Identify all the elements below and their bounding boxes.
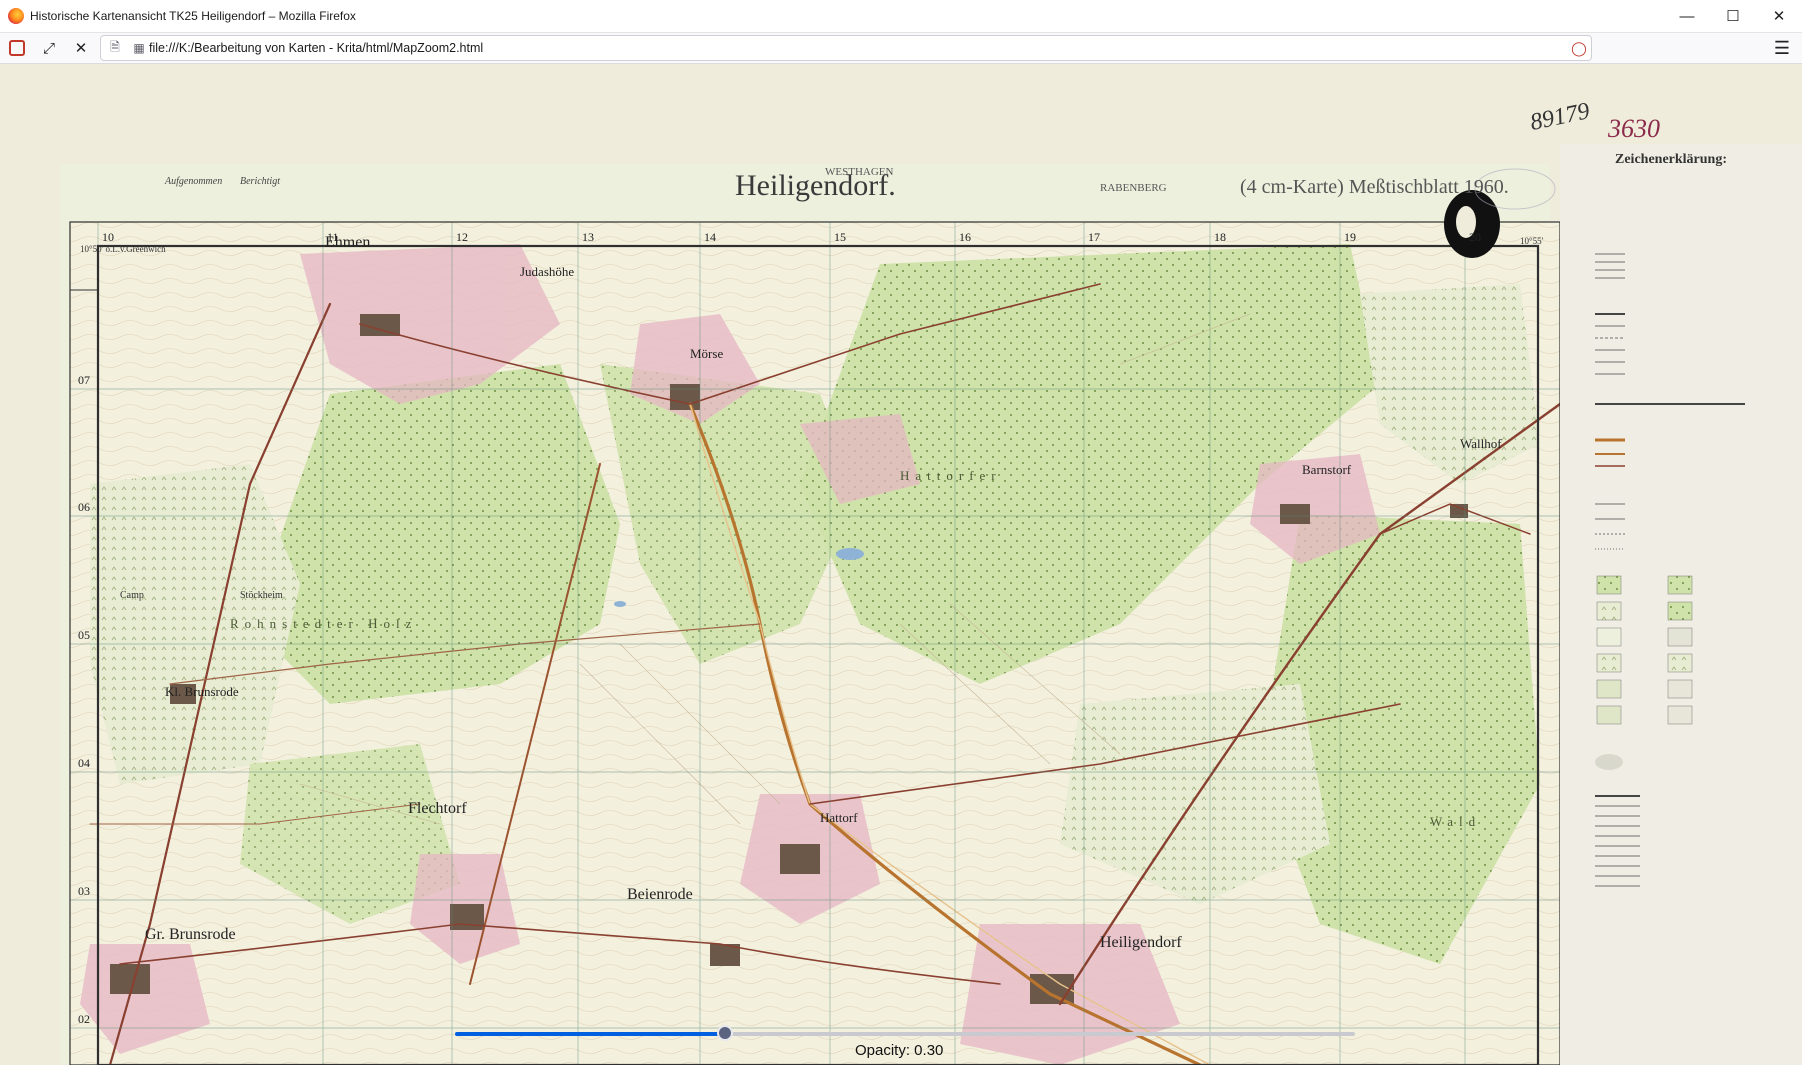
browser-toolbar: ⤢ ✕ 🗎 ▦ file:///K:/Bearbeitung von Karte…	[0, 33, 1802, 64]
place-label: Hattorfer	[900, 468, 1002, 483]
edge-label-north-east: RABENBERG	[1100, 182, 1167, 194]
place-label: Judashöhe	[520, 264, 575, 279]
credit-aufgenommen: Aufgenommen	[165, 176, 223, 187]
firefox-icon	[8, 8, 24, 24]
opacity-slider[interactable]: Opacity: 0.30	[455, 1024, 1355, 1064]
grid-label-top: 12	[456, 230, 468, 244]
stop-icon[interactable]: ✕	[66, 34, 96, 62]
opacity-label: Opacity: 0.30	[855, 1042, 944, 1059]
grid-label-side: 03	[78, 884, 90, 898]
window-title: Historische Kartenansicht TK25 Heiligend…	[30, 9, 356, 23]
sheet-number: 3630	[1608, 114, 1660, 143]
extension-icon[interactable]	[2, 34, 32, 62]
place-label: Barnstorf	[1302, 462, 1352, 477]
place-label: Wallhof	[1460, 436, 1502, 451]
grid-label-side: 07	[78, 373, 90, 387]
grid-label-side: 06	[78, 500, 90, 514]
grid-label-top: 19	[1344, 230, 1356, 244]
sheet-subtitle: (4 cm-Karte) Meßtischblatt 1960.	[1240, 176, 1509, 198]
grid-label-side: 04	[78, 756, 90, 770]
map-image	[0, 64, 1802, 1065]
tracking-icon[interactable]: ◯	[1567, 40, 1591, 57]
place-label: Gr. Brunsrode	[145, 926, 236, 943]
grid-label-top: 14	[704, 230, 716, 244]
place-label: Mörse	[690, 346, 724, 361]
grid-label-side: 05	[78, 628, 90, 642]
close-window-icon[interactable]: ✕	[1756, 0, 1802, 32]
place-label: Stöckheim	[240, 590, 283, 601]
credit-berichtigt: Berichtigt	[240, 176, 280, 187]
grid-label-top: 16	[959, 230, 971, 244]
place-label: Flechtorf	[408, 800, 467, 817]
hamburger-menu-icon[interactable]: ☰	[1768, 38, 1796, 59]
page-icon: 🗎	[110, 39, 120, 54]
slider-thumb[interactable]	[717, 1025, 733, 1041]
url-text[interactable]: file:///K:/Bearbeitung von Karten - Krit…	[149, 41, 1567, 55]
edge-label-top-left: 10°50' ö.L.v.Greenwich	[80, 244, 166, 254]
grid-label-top: 17	[1088, 230, 1100, 244]
place-label: Rohnstedter Holz	[230, 616, 418, 631]
legend-title: Zeichenerklärung:	[1615, 152, 1727, 167]
edge-label-north: WESTHAGEN	[825, 166, 894, 178]
grid-label-side: 02	[78, 1012, 90, 1026]
grid-label-top: 13	[582, 230, 594, 244]
grid-label-top: 15	[834, 230, 846, 244]
fullscreen-icon[interactable]: ⤢	[34, 34, 64, 62]
grid-label-top: 20	[1469, 230, 1481, 244]
window-titlebar: Historische Kartenansicht TK25 Heiligend…	[0, 0, 1802, 33]
slider-fill	[455, 1032, 725, 1036]
place-label: Beienrode	[627, 886, 693, 903]
map-favicon-icon: ▦	[133, 41, 145, 55]
maximize-icon[interactable]: ☐	[1710, 0, 1756, 32]
place-label: Kl. Brunsrode	[165, 684, 239, 699]
place-label: Camp	[120, 590, 144, 601]
place-label: Ehmen	[325, 234, 371, 251]
map-viewport[interactable]: Heiligendorf. (4 cm-Karte) Meßtischblatt …	[0, 64, 1802, 1065]
place-label: Wald	[1430, 814, 1482, 829]
grid-label-top: 18	[1214, 230, 1226, 244]
minimize-icon[interactable]: —	[1664, 0, 1710, 32]
place-label: Hattorf	[820, 810, 858, 825]
grid-label-top: 10	[102, 230, 114, 244]
address-bar[interactable]: 🗎 ▦ file:///K:/Bearbeitung von Karten - …	[100, 35, 1592, 61]
place-label: Heiligendorf	[1100, 934, 1182, 951]
edge-label-top-right: 10°55'	[1520, 236, 1544, 246]
